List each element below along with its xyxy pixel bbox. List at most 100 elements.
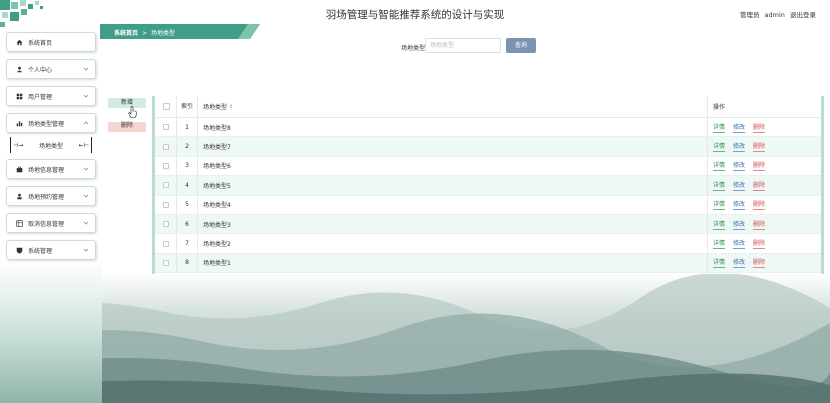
row-type: 场地类型1 [203,260,231,268]
row-actions: 详情 修改 删除 [713,137,813,155]
remove-link[interactable]: 删除 [753,160,766,172]
remove-link[interactable]: 删除 [753,238,766,250]
resize-left-icon: ⊣→ [13,142,24,149]
row-type: 场地类型4 [203,202,231,210]
select-all-checkbox[interactable] [162,103,170,110]
sidebar-item-booking[interactable]: 场地预约管理 [6,186,96,206]
edit-link[interactable]: 修改 [733,199,746,211]
detail-link[interactable]: 详情 [713,141,726,153]
edit-link[interactable]: 修改 [733,238,746,250]
search-label: 场地类型 [401,45,426,52]
row-actions: 详情 修改 删除 [713,234,813,252]
table-row: 4 场地类型5 详情 修改 删除 [155,176,821,196]
sort-icon[interactable]: ⇕ [229,104,233,110]
user-role: 管理员 [739,11,760,19]
row-checkbox[interactable] [163,162,169,169]
table-row: 3 场地类型6 详情 修改 删除 [155,156,821,177]
user-icon [15,65,23,73]
row-index: 7 [185,240,189,248]
home-icon [15,38,23,46]
row-index: 2 [185,143,189,151]
sidebar-item-home[interactable]: 系统首页 [6,32,96,52]
row-checkbox[interactable] [163,221,169,228]
add-button[interactable]: 新增 [108,98,146,108]
row-checkbox[interactable] [163,201,169,208]
sidebar-item-label: 个人中心 [28,66,53,74]
breadcrumb-separator: > [142,30,148,37]
chevron-down-icon [83,166,89,172]
row-actions: 详情 修改 删除 [713,254,813,272]
edit-link[interactable]: 修改 [733,219,746,230]
grid-icon [15,92,23,100]
sidebar-item-cancel[interactable]: 取消信息管理 [6,213,96,233]
breadcrumb-current: 场地类型 [151,30,176,37]
sidebar-subitem-venue-type[interactable]: ⊣→ 场地类型 ←⊢ [10,137,92,153]
row-checkbox[interactable] [163,143,169,150]
column-header-type-label: 场地类型 [203,104,228,111]
chevron-down-icon [83,220,89,226]
search-button[interactable]: 查询 [506,38,536,53]
sidebar-item-profile[interactable]: 个人中心 [6,59,96,79]
row-type: 场地类型7 [203,144,231,152]
table-row: 7 场地类型2 详情 修改 删除 [155,234,821,254]
venue-type-table: 索引 场地类型 ⇕ 操作 1 场地类型8 详情 修改 删除 2 场地类型7 详情 修改 删除 3 场地… [152,96,824,274]
sidebar-item-system[interactable]: 系统管理 [6,240,96,260]
row-checkbox[interactable] [163,259,169,266]
edit-link[interactable]: 修改 [733,122,746,133]
edit-link[interactable]: 修改 [733,160,746,172]
detail-link[interactable]: 详情 [713,160,726,172]
page-title: 羽场管理与智能推荐系统的设计与实现 [325,9,505,21]
search-input[interactable]: 场地类型 [425,38,501,53]
row-actions: 详情 修改 删除 [713,196,813,214]
row-actions: 详情 修改 删除 [713,118,813,136]
breadcrumb-home[interactable]: 系统首页 [114,30,138,37]
sidebar-item-venue-type[interactable]: 场地类型管理 [6,113,96,133]
shield-icon [15,246,23,254]
column-header-index: 索引 [180,103,193,110]
row-checkbox[interactable] [163,240,169,247]
sidebar-item-label: 场地信息管理 [28,166,65,174]
logout-link[interactable]: 退出登录 [790,11,816,19]
sidebar-item-venue-info[interactable]: 场地信息管理 [6,159,96,179]
row-type: 场地类型5 [203,182,231,190]
edit-link[interactable]: 修改 [733,257,746,269]
table-row: 5 场地类型4 详情 修改 删除 [155,195,821,215]
detail-link[interactable]: 详情 [713,122,726,133]
remove-link[interactable]: 删除 [753,141,766,153]
hand-cursor-icon [128,103,137,118]
remove-link[interactable]: 删除 [753,180,766,191]
row-index: 3 [185,162,189,170]
sidebar-item-label: 场地预约管理 [28,193,65,201]
delete-button[interactable]: 删除 [108,122,146,132]
chevron-down-icon [83,93,89,99]
bar-chart-icon [15,119,23,127]
table-header: 索引 场地类型 ⇕ 操作 [155,96,821,118]
remove-link[interactable]: 删除 [753,122,766,133]
detail-link[interactable]: 详情 [713,257,726,269]
resize-right-icon: ←⊢ [78,142,89,149]
breadcrumb: 系统首页 > 场地类型 [100,24,260,39]
chevron-down-icon [83,193,89,199]
remove-link[interactable]: 删除 [753,199,766,211]
table-row: 6 场地类型3 详情 修改 删除 [155,214,821,235]
remove-link[interactable]: 删除 [753,257,766,269]
user-name: admin [764,11,785,19]
detail-link[interactable]: 详情 [713,219,726,230]
row-type: 场地类型2 [203,241,231,249]
edit-link[interactable]: 修改 [733,180,746,191]
sidebar-item-label: 用户管理 [28,93,53,101]
row-actions: 详情 修改 删除 [713,176,813,194]
row-checkbox[interactable] [163,182,169,189]
row-index: 8 [185,259,189,267]
column-header-type[interactable]: 场地类型 ⇕ [203,96,403,117]
column-header-ops: 操作 [713,104,726,111]
row-checkbox[interactable] [163,124,169,131]
edit-link[interactable]: 修改 [733,141,746,153]
detail-link[interactable]: 详情 [713,180,726,191]
detail-link[interactable]: 详情 [713,238,726,250]
sidebar-item-users[interactable]: 用户管理 [6,86,96,106]
row-actions: 详情 修改 删除 [713,215,813,233]
remove-link[interactable]: 删除 [753,219,766,230]
detail-link[interactable]: 详情 [713,199,726,211]
table-row: 1 场地类型8 详情 修改 删除 [155,118,821,138]
